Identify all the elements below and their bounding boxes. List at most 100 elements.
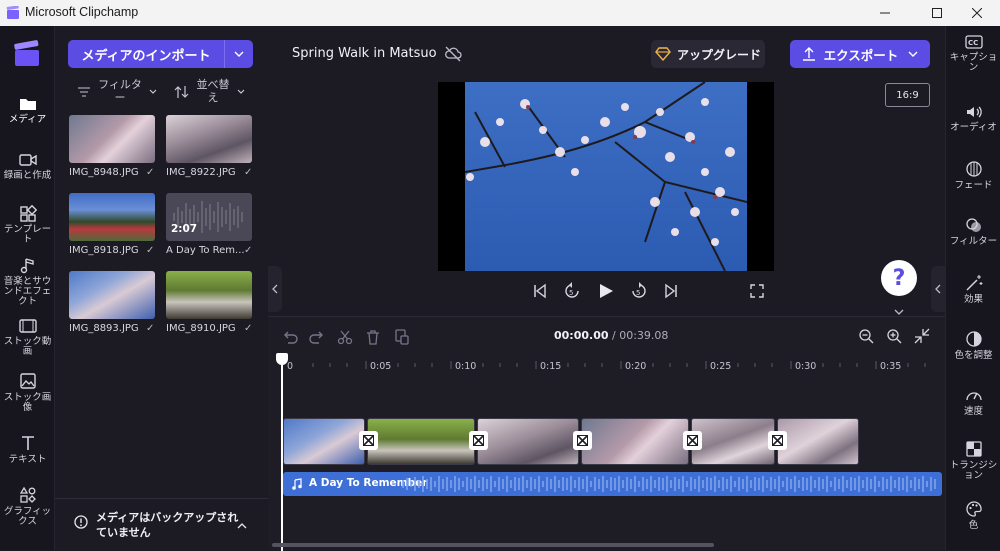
duplicate-icon[interactable] [394,329,410,345]
preview-frame-image [465,82,747,271]
fullscreen-icon[interactable] [750,284,764,298]
color-adjust-icon [965,331,982,347]
ruler-label: 0:20 [625,361,647,372]
scissors-icon[interactable] [337,329,353,345]
close-button[interactable] [954,0,1000,26]
svg-text:CC: CC [968,39,978,47]
nav-item-music[interactable]: 音楽とサウンドエフェクト [0,256,55,307]
media-thumbnail[interactable] [166,271,252,319]
transition-marker[interactable] [573,431,592,450]
transition-icon [687,435,698,446]
nav-item-templates[interactable]: テンプレート [0,204,55,245]
collapse-right-panel-button[interactable] [931,266,945,312]
fit-timeline-icon[interactable] [914,328,930,344]
effects-wand-icon [965,275,982,291]
clipchamp-logo-icon [14,40,39,66]
transition-marker[interactable] [683,431,702,450]
video-preview[interactable] [438,82,774,271]
minimize-button[interactable] [862,0,908,26]
right-properties-panel: CC キャプション オーディオ フェード フィルター 効果 色を調整 速度 トラ… [945,26,1000,550]
timeline-panel: 00:00.00 / 00:39.08 0 0:05 0:10 0:15 0:2… [268,316,945,551]
backup-notice[interactable]: メディアはバックアップされていません [55,498,268,550]
media-thumbnail[interactable] [69,193,155,241]
close-icon [972,8,982,18]
fade-icon [965,161,982,177]
prop-item-speed[interactable]: 速度 [946,386,1000,417]
music-note-icon [292,478,302,490]
transition-marker[interactable] [359,431,378,450]
playhead[interactable] [281,353,283,551]
nav-label: 録画と作成 [3,170,52,181]
nav-item-stock-images[interactable]: ストック画像 [0,372,55,413]
trash-icon[interactable] [365,329,381,345]
chevron-down-icon[interactable] [894,309,904,315]
import-dropdown-button[interactable] [224,40,253,68]
prop-item-transitions[interactable]: トランジション [946,440,1000,481]
skip-forward-icon[interactable] [663,283,679,299]
prop-item-color[interactable]: 色 [946,500,1000,531]
import-media-button[interactable]: メディアのインポート [68,40,253,68]
filter-button[interactable]: フィルター [77,76,161,108]
template-icon [19,204,37,222]
timeline-horizontal-scrollbar[interactable] [272,543,714,547]
undo-icon[interactable] [282,329,298,345]
transition-icon [577,435,588,446]
prop-item-captions[interactable]: CC キャプション [946,34,1000,73]
sort-button[interactable]: 並べ替え [174,76,258,108]
nav-item-record[interactable]: 録画と作成 [0,152,55,181]
transition-icon [965,441,982,457]
media-item-name: IMG_8948.JPG [69,167,139,178]
forward-5s-icon[interactable]: 5 [629,281,649,301]
video-clip[interactable] [477,418,579,465]
nav-item-stock-video[interactable]: ストック動画 [0,318,55,357]
media-item-name: IMG_8922.JPG [166,167,236,178]
audio-clip[interactable]: A Day To Remember [283,472,942,496]
media-thumbnail[interactable] [166,115,252,163]
transition-icon [473,435,484,446]
skip-back-icon[interactable] [532,283,548,299]
timeline-ruler[interactable]: 0 0:05 0:10 0:15 0:20 0:25 0:30 0:35 [268,353,945,377]
video-clip[interactable] [691,418,775,465]
video-clip[interactable] [581,418,689,465]
chevron-down-icon [237,89,245,94]
prop-item-audio[interactable]: オーディオ [946,104,1000,133]
help-button[interactable]: ? [881,260,917,296]
transition-marker[interactable] [768,431,787,450]
export-button[interactable]: エクスポート [790,40,930,68]
upgrade-button[interactable]: アップグレード [651,40,765,68]
prop-item-effects[interactable]: 効果 [946,274,1000,305]
filter-lines-icon [78,87,90,97]
prop-item-filters[interactable]: フィルター [946,216,1000,247]
video-clip[interactable] [283,418,365,465]
check-icon: ✓ [244,245,253,256]
media-thumbnail[interactable] [69,115,155,163]
zoom-out-icon[interactable] [858,328,874,344]
nav-item-text[interactable]: テキスト [0,434,55,465]
captions-icon: CC [964,35,983,49]
aspect-ratio-button[interactable]: 16:9 [885,83,930,107]
collapse-left-panel-button[interactable] [268,266,282,312]
media-panel: メディアのインポート フィルター 並べ替え IMG_8948.JPG ✓ IMG… [55,26,268,550]
cloud-off-icon[interactable] [444,45,462,63]
audio-thumbnail[interactable]: 2:07 [166,193,252,241]
media-thumbnail[interactable] [69,271,155,319]
video-clip[interactable] [777,418,859,465]
rewind-5s-icon[interactable]: 5 [562,281,582,301]
prop-item-color-adjust[interactable]: 色を調整 [946,330,1000,361]
speaker-icon [966,106,982,118]
camera-icon [18,154,37,166]
zoom-in-icon[interactable] [886,328,902,344]
playhead-handle[interactable] [276,353,288,365]
nav-label: テキスト [8,454,47,465]
redo-icon[interactable] [309,329,325,345]
project-title[interactable]: Spring Walk in Matsuo [292,46,437,61]
video-clip[interactable] [367,418,475,465]
play-icon[interactable] [597,282,615,300]
nav-item-media[interactable]: メディア [0,96,55,125]
upgrade-label: アップグレード [676,47,761,62]
prop-item-fade[interactable]: フェード [946,160,1000,191]
ruler-label: 0:10 [455,361,477,372]
nav-item-graphics[interactable]: グラフィックス [0,486,55,527]
diamond-icon [655,47,671,61]
transition-marker[interactable] [469,431,488,450]
